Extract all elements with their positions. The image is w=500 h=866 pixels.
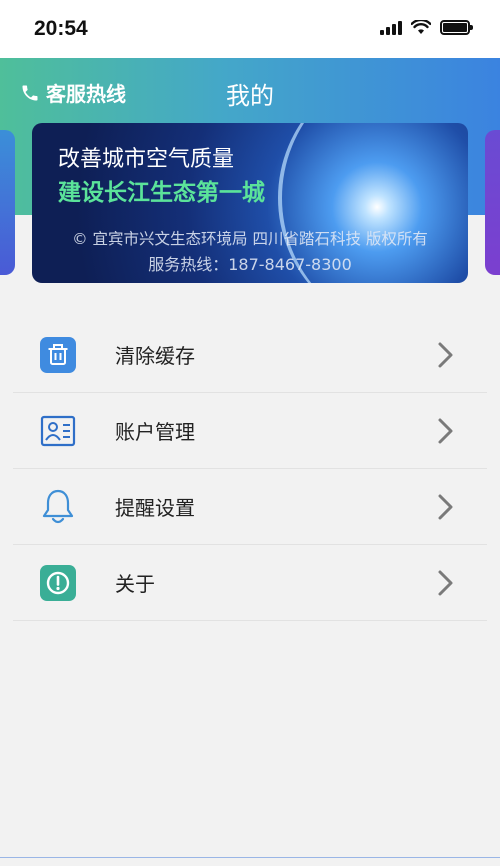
carousel-next-card[interactable] — [485, 130, 500, 275]
banner-slogan-line2: 建设长江生态第一城 — [58, 180, 265, 206]
trash-icon — [40, 336, 76, 373]
tab-bar-top-border — [0, 857, 500, 858]
menu-item-account-management[interactable]: 账户管理 — [13, 393, 487, 469]
bell-icon — [40, 489, 76, 525]
menu-item-label: 清除缓存 — [115, 344, 195, 368]
status-icons — [380, 20, 473, 35]
chevron-right-icon — [438, 494, 453, 519]
menu-item-label: 账户管理 — [115, 420, 195, 444]
status-bar: 20:54 — [0, 0, 500, 58]
banner-copyright: © 宜宾市兴文生态环境局 四川省踏石科技 版权所有 — [72, 230, 428, 248]
menu-item-clear-cache[interactable]: 清除缓存 — [13, 317, 487, 393]
banner-card[interactable]: 改善城市空气质量 建设长江生态第一城 © 宜宾市兴文生态环境局 四川省踏石科技 … — [32, 123, 468, 283]
settings-menu: 清除缓存 账户管理 提醒设置 关于 — [13, 317, 487, 621]
menu-item-about[interactable]: 关于 — [13, 545, 487, 621]
menu-item-label: 关于 — [115, 572, 155, 596]
menu-item-label: 提醒设置 — [115, 496, 195, 520]
banner-slogan-line1: 改善城市空气质量 — [58, 147, 235, 172]
chevron-right-icon — [438, 418, 453, 443]
info-icon — [40, 564, 76, 601]
status-time: 20:54 — [34, 17, 88, 40]
menu-item-reminder-settings[interactable]: 提醒设置 — [13, 469, 487, 545]
id-card-icon — [40, 413, 76, 449]
battery-icon — [440, 20, 473, 35]
banner-service-phone: 服务热线：187-8467-8300 — [148, 255, 352, 274]
carousel-prev-card[interactable] — [0, 130, 15, 275]
chevron-right-icon — [438, 342, 453, 367]
wifi-icon — [411, 20, 431, 34]
chevron-right-icon — [438, 570, 453, 595]
cellular-signal-icon — [380, 20, 402, 35]
page-title: 我的 — [226, 82, 274, 110]
